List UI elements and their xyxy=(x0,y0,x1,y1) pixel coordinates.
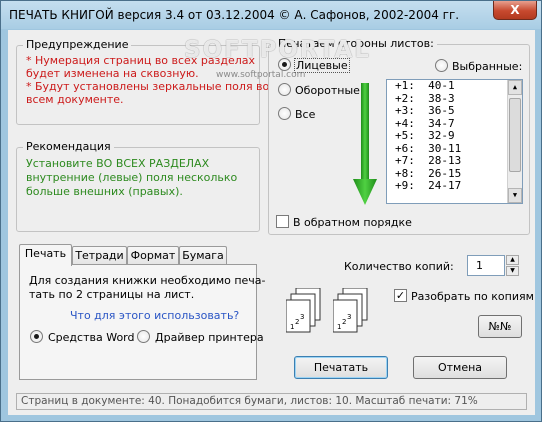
what-to-use-link[interactable]: Что для этого использовать? xyxy=(70,309,239,322)
collated-pages-icon: 1 2 3 xyxy=(333,288,368,333)
copies-label: Количество копий: xyxy=(344,260,454,273)
tab-booklets-label: Тетради xyxy=(75,249,124,262)
tab-paper-label: Бумага xyxy=(182,249,224,262)
spin-down-button[interactable]: ▼ xyxy=(506,266,519,276)
stack-a-page-1: 1 xyxy=(290,323,294,331)
page-list-item[interactable]: +3: 36-5 xyxy=(387,104,522,118)
app-window: ПЕЧАТЬ КНИГОЙ версия 3.4 от 03.12.2004 ©… xyxy=(0,0,542,422)
radio-back[interactable] xyxy=(278,83,291,96)
reverse-order-checkbox[interactable] xyxy=(276,215,289,228)
copies-input[interactable]: 1 xyxy=(467,255,505,276)
close-icon[interactable]: X xyxy=(510,3,519,17)
stack-b-page-2: 2 xyxy=(342,318,346,326)
pages-scrollbar[interactable]: ▲ ▼ xyxy=(507,80,522,203)
copies-spinner[interactable]: 1 ▲ ▼ xyxy=(467,255,519,276)
pages-listbox[interactable]: +1: 40-1 +2: 38-3 +3: 36-5 +4: 34-7 +5: 32-9… xyxy=(386,79,523,204)
print-hint-line-2: тать по 2 страницы на лист. xyxy=(29,288,195,301)
close-button[interactable]: X xyxy=(493,1,537,20)
warning-line-3: * Будут установлены зеркальные поля во xyxy=(26,80,270,93)
tab-print-label: Печать xyxy=(24,247,67,260)
spin-up-button[interactable]: ▲ xyxy=(506,255,519,265)
print-hint-line-1: Для создания книжки необходимо печа- xyxy=(29,274,266,287)
stack-a-page-2: 2 xyxy=(295,318,299,326)
tab-booklets[interactable]: Тетради xyxy=(72,246,127,265)
uncollated-pages-icon: 1 2 3 xyxy=(286,288,321,333)
recommendation-legend: Рекомендация xyxy=(23,140,114,153)
warning-line-4: всем документе. xyxy=(26,93,124,106)
tab-print-panel: Для создания книжки необходимо печа- тат… xyxy=(19,264,266,380)
radio-driver[interactable] xyxy=(137,330,150,343)
down-arrow-icon xyxy=(353,83,377,205)
radio-selected[interactable] xyxy=(435,59,448,72)
page-list-item[interactable]: +9: 24-17 xyxy=(387,179,522,193)
tab-print[interactable]: Печать xyxy=(19,244,72,266)
collate-check-icon: ✓ xyxy=(395,289,406,302)
stack-b-page-1: 1 xyxy=(337,323,341,331)
scroll-thumb[interactable] xyxy=(509,98,521,172)
radio-all[interactable] xyxy=(278,107,291,120)
radio-word[interactable] xyxy=(30,330,43,343)
watermark-url: www.softportal.com xyxy=(216,70,306,80)
page-numbers-label: №№ xyxy=(488,320,512,333)
title-bar[interactable]: ПЕЧАТЬ КНИГОЙ версия 3.4 от 03.12.2004 ©… xyxy=(1,1,541,29)
print-hint-text: Для создания книжки необходимо печа- тат… xyxy=(29,274,266,302)
stack-b-page-3: 3 xyxy=(347,313,351,321)
tab-format-label: Формат xyxy=(130,249,176,262)
recommendation-group: Рекомендация Установите ВО ВСЕХ РАЗДЕЛАХ… xyxy=(16,140,260,232)
radio-all-label[interactable]: Все xyxy=(295,108,315,121)
recommendation-line-3: больше внешних (правых). xyxy=(26,185,183,198)
page-numbers-button[interactable]: №№ xyxy=(478,315,522,338)
watermark-logo: SOFTPORTAL xyxy=(184,37,371,63)
dialog-client-area: Предупреждение * Нумерация страниц во вс… xyxy=(8,30,535,415)
page-list-item[interactable]: +7: 28-13 xyxy=(387,154,522,168)
tab-format[interactable]: Формат xyxy=(127,246,179,265)
status-bar: Страниц в документе: 40. Понадобится бум… xyxy=(16,393,527,410)
page-list-item[interactable]: +1: 40-1 xyxy=(387,79,522,93)
page-list-item[interactable]: +5: 32-9 xyxy=(387,129,522,143)
window-title: ПЕЧАТЬ КНИГОЙ версия 3.4 от 03.12.2004 ©… xyxy=(9,8,460,22)
cancel-button[interactable]: Отмена xyxy=(413,356,507,379)
radio-driver-label[interactable]: Драйвер принтера xyxy=(155,331,264,344)
tab-paper[interactable]: Бумага xyxy=(179,246,227,265)
recommendation-text: Установите ВО ВСЕХ РАЗДЕЛАХ внутренние (… xyxy=(26,157,237,199)
recommendation-line-2: внутренние (левые) поля несколько xyxy=(26,171,238,184)
pages-list: +1: 40-1 +2: 38-3 +3: 36-5 +4: 34-7 +5: 32-9… xyxy=(387,79,522,193)
print-button-label: Печатать xyxy=(313,361,369,374)
collate-checkbox[interactable]: ✓ xyxy=(394,289,407,302)
scroll-up-button[interactable]: ▲ xyxy=(508,80,522,95)
scroll-down-button[interactable]: ▼ xyxy=(508,188,522,203)
collate-label[interactable]: Разобрать по копиям xyxy=(411,290,534,303)
radio-back-label[interactable]: Оборотные xyxy=(295,84,360,97)
warning-legend: Предупреждение xyxy=(23,38,132,51)
radio-selected-label[interactable]: Выбранные: xyxy=(452,60,522,73)
print-button[interactable]: Печатать xyxy=(294,356,388,379)
stack-a-page-3: 3 xyxy=(300,313,304,321)
recommendation-line-1: Установите ВО ВСЕХ РАЗДЕЛАХ xyxy=(26,157,210,170)
radio-word-label[interactable]: Средства Word xyxy=(48,331,135,344)
reverse-order-label[interactable]: В обратном порядке xyxy=(293,216,412,229)
cancel-button-label: Отмена xyxy=(437,361,483,374)
